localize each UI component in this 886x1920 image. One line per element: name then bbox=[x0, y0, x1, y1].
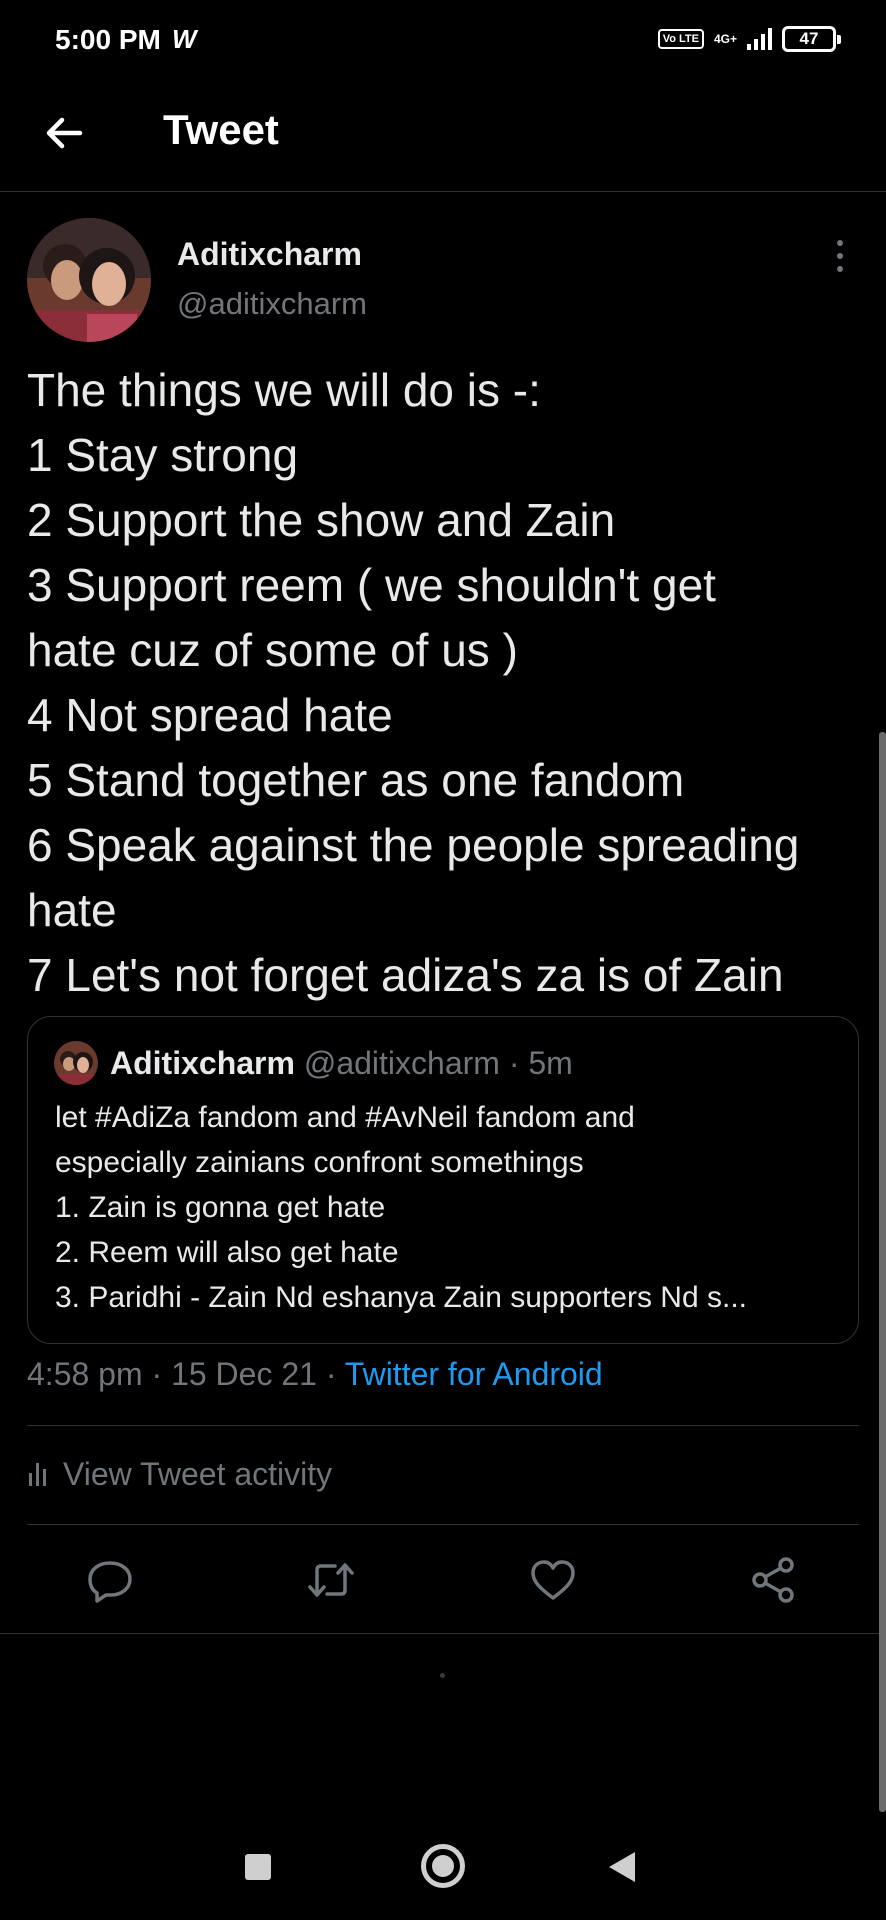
scrollbar[interactable] bbox=[879, 732, 886, 1812]
tweet-text: The things we will do is -: 1 Stay stron… bbox=[27, 358, 872, 1008]
tweet-line: 4 Not spread hate bbox=[27, 689, 393, 741]
retweet-button[interactable] bbox=[305, 1554, 357, 1606]
status-icons: Vo LTE 4G+ 47 bbox=[657, 26, 841, 52]
quoted-avatar bbox=[54, 1041, 98, 1085]
view-activity-label: View Tweet activity bbox=[63, 1455, 333, 1492]
tweet-line: 6 Speak against the people spreading bbox=[27, 819, 800, 871]
quoted-time: 5m bbox=[528, 1045, 573, 1081]
divider bbox=[0, 1633, 886, 1634]
reply-button[interactable] bbox=[84, 1554, 136, 1606]
page-title: Tweet bbox=[163, 106, 279, 153]
view-activity-button[interactable]: View Tweet activity bbox=[27, 1452, 332, 1496]
tweet-line: 5 Stand together as one fandom bbox=[27, 754, 685, 806]
avatar[interactable] bbox=[27, 218, 151, 342]
screen: 5:00 PM W Vo LTE 4G+ 47 Tweet Aditixchar… bbox=[0, 0, 886, 1920]
tweet-line: hate cuz of some of us ) bbox=[27, 624, 518, 676]
more-options-icon[interactable] bbox=[830, 236, 850, 276]
quoted-line: 3. Paridhi - Zain Nd eshanya Zain suppor… bbox=[55, 1281, 747, 1314]
action-bar bbox=[0, 1546, 886, 1614]
quoted-header: Aditixcharm @aditixcharm · 5m bbox=[110, 1045, 573, 1082]
quoted-author-name: Aditixcharm bbox=[110, 1045, 295, 1081]
tweet-line: 3 Support reem ( we shouldn't get bbox=[27, 559, 716, 611]
tweet-date: 15 Dec 21 bbox=[171, 1356, 317, 1392]
volte-icon: Vo LTE bbox=[657, 29, 704, 49]
quoted-line: 1. Zain is gonna get hate bbox=[55, 1191, 386, 1224]
tweet-line: 7 Let's not forget adiza's za is of Zain bbox=[27, 949, 784, 1001]
divider bbox=[27, 1425, 859, 1426]
app-header: Tweet bbox=[0, 80, 886, 192]
author-handle[interactable]: @aditixcharm bbox=[177, 286, 367, 322]
tweet-line: 2 Support the show and Zain bbox=[27, 494, 616, 546]
reply-icon bbox=[88, 1561, 132, 1603]
like-icon bbox=[531, 1560, 575, 1600]
tweet-source-link[interactable]: Twitter for Android bbox=[345, 1356, 603, 1392]
like-button[interactable] bbox=[527, 1554, 579, 1606]
tweet-time: 4:58 pm bbox=[27, 1356, 143, 1392]
retweet-icon bbox=[308, 1563, 354, 1597]
status-bar: 5:00 PM W Vo LTE 4G+ 47 bbox=[0, 0, 886, 80]
tweet-line: hate bbox=[27, 884, 117, 936]
share-button[interactable] bbox=[748, 1554, 800, 1606]
share-icon bbox=[752, 1557, 794, 1603]
tweet-line: The things we will do is -: bbox=[27, 364, 541, 416]
battery-icon: 47 bbox=[782, 26, 841, 52]
quoted-text: let #AdiZa fandom and #AvNeil fandom and… bbox=[55, 1095, 845, 1320]
loading-dot bbox=[440, 1673, 445, 1678]
home-button[interactable] bbox=[421, 1844, 465, 1888]
divider bbox=[27, 1524, 859, 1525]
separator: · bbox=[325, 1356, 337, 1392]
network-type-icon: 4G+ bbox=[713, 32, 737, 46]
tweet-meta: 4:58 pm · 15 Dec 21 · Twitter for Androi… bbox=[27, 1356, 603, 1393]
quoted-line: 2. Reem will also get hate bbox=[55, 1236, 399, 1269]
separator: · bbox=[151, 1356, 163, 1392]
status-time: 5:00 PM bbox=[55, 24, 161, 55]
quoted-tweet[interactable]: Aditixcharm @aditixcharm · 5m let #AdiZa… bbox=[27, 1016, 859, 1344]
separator: · bbox=[508, 1045, 520, 1081]
author-name[interactable]: Aditixcharm bbox=[177, 236, 362, 273]
avatar-image bbox=[27, 218, 151, 342]
arrow-left-icon bbox=[46, 117, 83, 149]
recents-button[interactable] bbox=[245, 1854, 271, 1880]
signal-icon bbox=[747, 28, 772, 50]
quoted-author-handle: @aditixcharm bbox=[303, 1045, 500, 1081]
back-button[interactable] bbox=[40, 108, 90, 158]
quoted-line: especially zainians confront somethings bbox=[55, 1146, 584, 1179]
analytics-icon bbox=[29, 1463, 46, 1486]
quoted-line: let #AdiZa fandom and #AvNeil fandom and bbox=[55, 1101, 635, 1134]
back-nav-button[interactable] bbox=[609, 1852, 635, 1882]
carrier-icon: W bbox=[172, 24, 197, 54]
tweet-line: 1 Stay strong bbox=[27, 429, 299, 481]
